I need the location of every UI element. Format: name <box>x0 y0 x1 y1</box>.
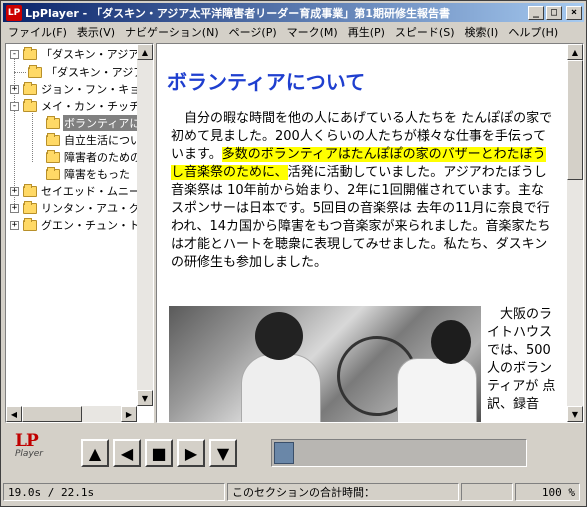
forward-button[interactable]: ▶ <box>177 439 205 467</box>
folder-icon <box>46 132 60 146</box>
tree-item-label: 「ダスキン・アジア太 <box>41 48 139 61</box>
tree-item-label: 障害者のための <box>64 151 139 164</box>
menu-search[interactable]: 検索(I) <box>460 24 504 40</box>
lpplayer-logo: LP Player <box>15 431 47 471</box>
time-readout: 19.0s / 22.1s <box>3 483 225 501</box>
tree-item-label: セイエッド・ムニール <box>41 185 139 198</box>
content-viewport: ボランティアについて 自分の暇な時間を他の人にあげている人たちを たんぽぽの家で… <box>157 44 567 422</box>
tree-item-label: グエン・チュン・トゥ <box>41 219 139 232</box>
up-arrow-button[interactable]: ▲ <box>81 439 109 467</box>
scroll-up-arrow-icon[interactable]: ▲ <box>567 44 583 60</box>
tree-item[interactable]: 「ダスキン・アジア <box>28 64 139 80</box>
volunteer-photo <box>169 306 481 422</box>
maximize-button[interactable]: □ <box>546 5 562 20</box>
folder-icon <box>23 183 37 197</box>
tree-connector <box>14 72 26 73</box>
tree-vscroll-track[interactable] <box>137 44 153 406</box>
tree-item[interactable]: 障害者のための <box>46 149 139 165</box>
photo-person <box>241 354 321 422</box>
tree-viewport: - 「ダスキン・アジア太 「ダスキン・アジア + ジョン・フン・キョン - メイ… <box>6 44 139 406</box>
app-window: LP LpPlayer - 「ダスキン・アジア太平洋障害者リーダー育成事業」第1… <box>0 0 587 507</box>
content-vscroll-thumb[interactable] <box>567 60 583 180</box>
menu-speed[interactable]: スピード(S) <box>390 24 460 40</box>
tree-connector <box>32 106 33 162</box>
tree-item-label: メイ・カン・チッチャ <box>41 100 139 113</box>
status-bar: 19.0s / 22.1s このセクションの合計時間： 100 % <box>3 483 584 503</box>
collapse-icon[interactable]: - <box>10 49 19 59</box>
body-text-after: 活発に活動していました。アジアわたぼうし音楽祭は 10年前から始まり、2年に1回… <box>171 165 551 270</box>
lp-app-icon[interactable]: LP <box>6 4 22 21</box>
down-arrow-button[interactable]: ▼ <box>209 439 237 467</box>
tree-item[interactable]: + ジョン・フン・キョン <box>10 81 139 97</box>
title-bar[interactable]: LP LpPlayer - 「ダスキン・アジア太平洋障害者リーダー育成事業」第1… <box>3 3 584 22</box>
folder-icon <box>46 166 60 180</box>
folder-icon <box>23 217 37 231</box>
menu-navigation[interactable]: ナビゲーション(N) <box>120 24 224 40</box>
window-title: LpPlayer - 「ダスキン・アジア太平洋障害者リーダー育成事業」第1期研修… <box>25 6 450 20</box>
photo-person <box>397 358 477 422</box>
tree-item[interactable]: + リンタン・アユ・グン <box>10 200 139 216</box>
logo-subtext: Player <box>15 449 44 459</box>
tree-item[interactable]: + グエン・チュン・トゥ <box>10 217 139 233</box>
tree-item-label: 自立生活について <box>64 134 139 147</box>
tree-item[interactable]: 障害をもった <box>46 166 131 182</box>
tree-item-label: 「ダスキン・アジア <box>46 66 139 79</box>
back-button[interactable]: ◀ <box>113 439 141 467</box>
side-paragraph: 大阪のライトハウスでは、500人のボランティアが 点訳、録音 <box>487 307 556 412</box>
menu-view[interactable]: 表示(V) <box>72 24 120 40</box>
expand-icon[interactable]: + <box>10 220 19 230</box>
section-total-time: このセクションの合計時間： <box>227 483 459 501</box>
minimize-button[interactable]: _ <box>528 5 544 20</box>
body-paragraph: 自分の暇な時間を他の人にあげている人たちを たんぽぽの家で初めて見ました。200… <box>171 110 555 272</box>
folder-icon <box>28 64 42 78</box>
close-button[interactable]: × <box>566 5 582 20</box>
photo-person-head <box>431 320 471 364</box>
tree-item-label: ボランティアについて <box>63 115 139 131</box>
folder-icon <box>46 149 60 163</box>
tree-item-label: ジョン・フン・キョン <box>41 83 139 96</box>
section-total-label: このセクションの合計時間： <box>232 486 375 499</box>
folder-open-icon <box>23 98 37 112</box>
scroll-up-arrow-icon[interactable]: ▲ <box>137 44 153 60</box>
scroll-left-arrow-icon[interactable]: ◀ <box>6 406 22 422</box>
scroll-right-arrow-icon[interactable]: ▶ <box>121 406 137 422</box>
zoom-readout: 100 % <box>515 483 580 501</box>
tree-item-label: リンタン・アユ・グン <box>41 202 139 215</box>
tree-item[interactable]: 自立生活について <box>46 132 139 148</box>
playback-progress-bar[interactable] <box>271 439 527 467</box>
player-toolbar: LP Player ▲ ◀ ■ ▶ ▼ <box>3 425 584 483</box>
menu-file[interactable]: ファイル(F) <box>3 24 72 40</box>
expand-icon[interactable]: + <box>10 203 19 213</box>
tree-item-label: 障害をもった <box>64 168 130 181</box>
expand-icon[interactable]: + <box>10 84 19 94</box>
menu-page[interactable]: ページ(P) <box>224 24 282 40</box>
navigation-tree[interactable]: - 「ダスキン・アジア太 「ダスキン・アジア + ジョン・フン・キョン - メイ… <box>5 43 154 423</box>
menu-help[interactable]: ヘルプ(H) <box>503 24 563 40</box>
scroll-down-arrow-icon[interactable]: ▼ <box>567 406 583 422</box>
tree-item[interactable]: - メイ・カン・チッチャ <box>10 98 139 114</box>
tree-hscroll-thumb[interactable] <box>22 406 82 422</box>
folder-open-icon <box>23 46 37 60</box>
tree-item[interactable]: + セイエッド・ムニール <box>10 183 139 199</box>
folder-icon <box>23 81 37 95</box>
section-heading: ボランティアについて <box>167 70 366 94</box>
progress-fill <box>274 442 294 464</box>
expand-icon[interactable]: + <box>10 186 19 196</box>
logo-mark: LP <box>15 431 39 451</box>
scroll-down-arrow-icon[interactable]: ▼ <box>137 390 153 406</box>
menu-mark[interactable]: マーク(M) <box>282 24 343 40</box>
tree-item-root[interactable]: - 「ダスキン・アジア太 <box>10 46 139 62</box>
content-pane: ボランティアについて 自分の暇な時間を他の人にあげている人たちを たんぽぽの家で… <box>156 43 584 423</box>
collapse-icon[interactable]: - <box>10 101 19 111</box>
tree-item-selected[interactable]: ボランティアについて <box>46 115 139 131</box>
stop-button[interactable]: ■ <box>145 439 173 467</box>
menu-bar: ファイル(F) 表示(V) ナビゲーション(N) ページ(P) マーク(M) 再… <box>3 23 584 41</box>
folder-icon <box>46 115 60 129</box>
folder-icon <box>23 200 37 214</box>
status-blank-panel <box>461 483 513 501</box>
menu-play[interactable]: 再生(P) <box>343 24 390 40</box>
photo-person-head <box>255 312 303 360</box>
